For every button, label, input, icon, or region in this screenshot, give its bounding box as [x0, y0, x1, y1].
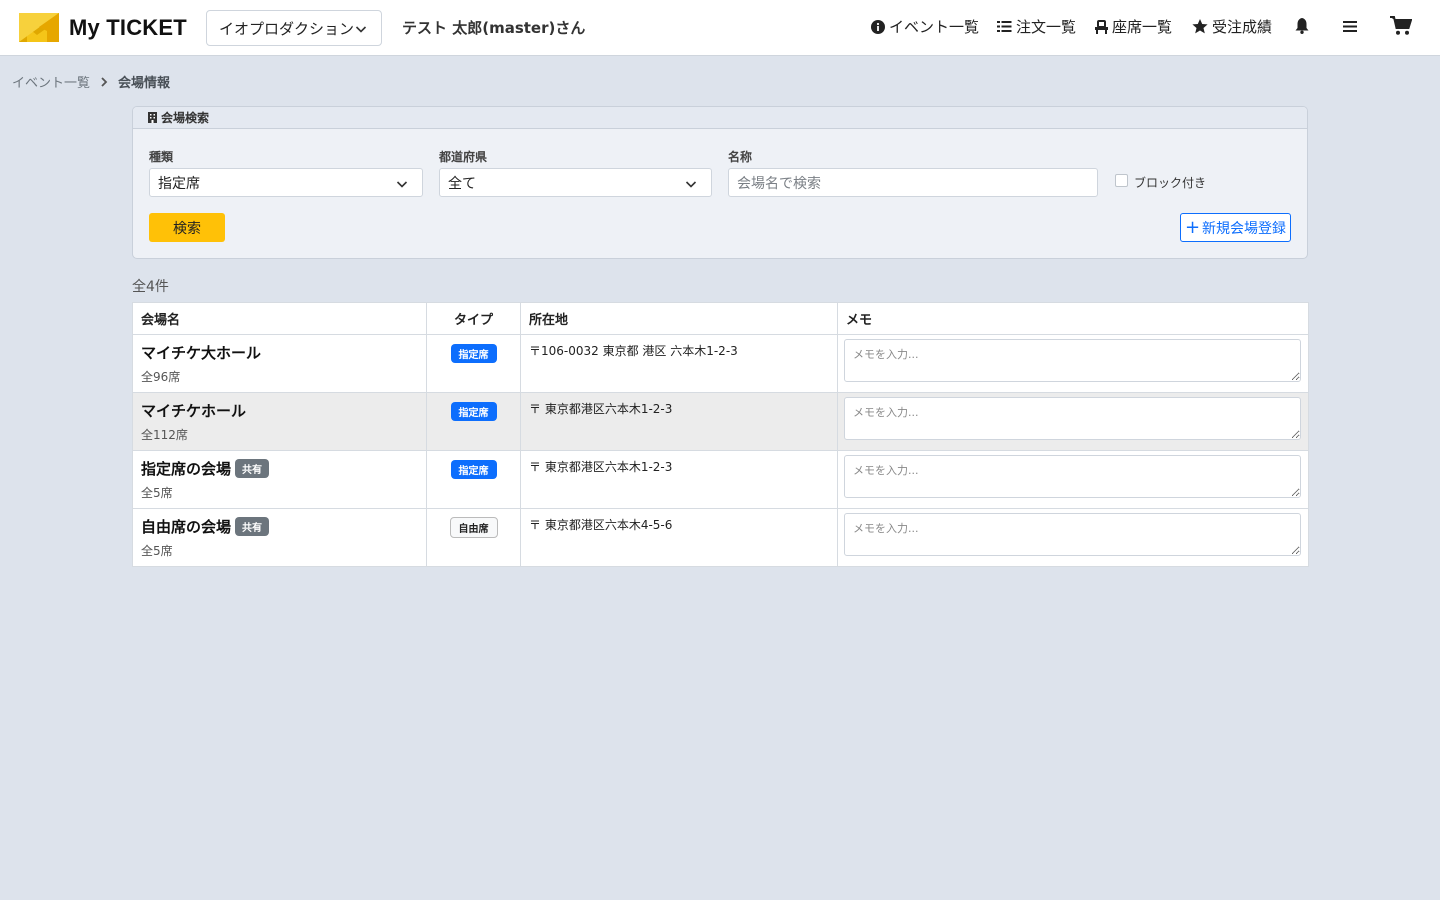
venue-name-search-input[interactable]: 会場名で検索 — [728, 168, 1098, 197]
seat-count: 全112席 — [141, 428, 188, 442]
venue-name-cell: マイチケホール 全112席 — [132, 392, 427, 451]
list-icon — [997, 21, 1012, 32]
block-checkbox-label[interactable]: ブロック付き — [1134, 174, 1206, 191]
chevron-down-icon — [355, 26, 367, 33]
top-header: My TICKET イオプロダクション テスト 太郎(master)さん イベン… — [0, 0, 1440, 56]
memo-textarea[interactable] — [844, 513, 1301, 556]
seat-count: 全96席 — [141, 370, 181, 384]
search-button[interactable]: 検索 — [149, 213, 225, 242]
type-value: 指定席 — [158, 175, 200, 192]
type-cell: 指定席 — [426, 334, 521, 393]
panel-header: 会場検索 — [133, 107, 1307, 129]
memo-cell — [837, 334, 1309, 393]
nav-seat-list[interactable]: 座席一覧 — [1095, 16, 1172, 37]
chevron-down-icon — [396, 181, 408, 188]
nav-label: 受注成績 — [1212, 18, 1273, 36]
chair-icon — [1095, 19, 1108, 34]
shared-badge: 共有 — [235, 517, 270, 536]
table-row[interactable]: 自由席の会場 共有 全5席 自由席 〒 東京都港区六本木4-5-6 — [132, 508, 1309, 567]
table-header-row: 会場名 タイプ 所在地 メモ — [132, 302, 1309, 335]
breadcrumb-event-list[interactable]: イベント一覧 — [12, 72, 90, 91]
building-icon — [148, 112, 157, 123]
type-badge: 自由席 — [449, 517, 498, 538]
memo-cell — [837, 450, 1309, 509]
cart-icon — [1390, 16, 1412, 35]
venue-search-panel: 会場検索 種類 指定席 都道府県 全て 名称 会場名で検索 ブロック付き 検索 … — [132, 106, 1308, 259]
address-cell: 〒 東京都港区六本木1-2-3 — [520, 450, 838, 509]
memo-cell — [837, 508, 1309, 567]
brand-name: My TICKET — [69, 14, 187, 40]
brand-logo[interactable]: My TICKET — [19, 13, 187, 42]
block-checkbox[interactable] — [1115, 174, 1128, 187]
venue-name-cell: 自由席の会場 共有 全5席 — [132, 508, 427, 567]
memo-textarea[interactable] — [844, 339, 1301, 382]
address-cell: 〒 東京都港区六本木1-2-3 — [520, 392, 838, 451]
breadcrumb-current: 会場情報 — [118, 76, 171, 91]
plus-icon: + — [1184, 216, 1201, 238]
cart-button[interactable] — [1390, 16, 1412, 36]
menu-icon — [1343, 21, 1357, 32]
notifications-button[interactable] — [1295, 18, 1309, 34]
info-circle-icon — [871, 19, 885, 34]
memo-textarea[interactable] — [844, 397, 1301, 440]
breadcrumb: イベント一覧 会場情報 — [12, 72, 170, 91]
menu-button[interactable] — [1343, 20, 1357, 33]
prefecture-label: 都道府県 — [439, 150, 488, 164]
star-icon — [1192, 19, 1208, 34]
table-row[interactable]: マイチケホール 全112席 指定席 〒 東京都港区六本木1-2-3 — [132, 392, 1309, 451]
result-count: 全4件 — [132, 279, 169, 295]
nav-label: イベント一覧 — [889, 18, 980, 36]
type-badge: 指定席 — [450, 402, 497, 421]
seat-count: 全5席 — [141, 486, 173, 500]
type-cell: 自由席 — [426, 508, 521, 567]
nav-sales-results[interactable]: 受注成績 — [1192, 16, 1272, 37]
venue-name-cell: マイチケ大ホール 全96席 — [132, 334, 427, 393]
organization-value: イオプロダクション — [219, 19, 355, 38]
bell-icon — [1295, 18, 1309, 34]
nav-label: 注文一覧 — [1016, 18, 1077, 36]
chevron-right-icon — [101, 76, 108, 87]
venue-name-link[interactable]: 指定席の会場 — [141, 458, 231, 479]
address-cell: 〒106-0032 東京都 港区 六本木1-2-3 — [520, 334, 838, 393]
new-venue-button[interactable]: + 新規会場登録 — [1180, 213, 1291, 242]
venue-table: 会場名 タイプ 所在地 メモ マイチケ大ホール 全96席 指定席 〒106-00… — [132, 302, 1309, 567]
user-name: テスト 太郎(master)さん — [402, 19, 586, 37]
column-header-address: 所在地 — [520, 302, 838, 335]
new-venue-label: 新規会場登録 — [1202, 220, 1287, 237]
column-header-type: タイプ — [426, 302, 521, 335]
memo-textarea[interactable] — [844, 455, 1301, 498]
nav-event-list[interactable]: イベント一覧 — [871, 16, 979, 37]
type-cell: 指定席 — [426, 392, 521, 451]
type-badge: 指定席 — [450, 460, 497, 479]
prefecture-value: 全て — [448, 175, 476, 192]
logo-icon — [19, 13, 59, 42]
venue-name-link[interactable]: マイチケホール — [141, 400, 246, 421]
seat-count: 全5席 — [141, 544, 173, 558]
column-header-name: 会場名 — [132, 302, 427, 335]
type-select[interactable]: 指定席 — [149, 168, 423, 197]
shared-badge: 共有 — [235, 459, 270, 478]
memo-cell — [837, 392, 1309, 451]
venue-name-link[interactable]: マイチケ大ホール — [141, 342, 261, 363]
organization-select[interactable]: イオプロダクション — [206, 10, 382, 46]
venue-name-link[interactable]: 自由席の会場 — [141, 516, 231, 537]
nav-order-list[interactable]: 注文一覧 — [997, 16, 1076, 37]
table-row[interactable]: 指定席の会場 共有 全5席 指定席 〒 東京都港区六本木1-2-3 — [132, 450, 1309, 509]
type-badge: 指定席 — [450, 344, 497, 363]
panel-title: 会場検索 — [161, 111, 210, 125]
name-label: 名称 — [728, 150, 753, 164]
nav-label: 座席一覧 — [1112, 18, 1173, 36]
venue-name-cell: 指定席の会場 共有 全5席 — [132, 450, 427, 509]
chevron-down-icon — [685, 181, 697, 188]
address-cell: 〒 東京都港区六本木4-5-6 — [520, 508, 838, 567]
table-row[interactable]: マイチケ大ホール 全96席 指定席 〒106-0032 東京都 港区 六本木1-… — [132, 334, 1309, 393]
type-label: 種類 — [149, 150, 174, 164]
type-cell: 指定席 — [426, 450, 521, 509]
column-header-memo: メモ — [837, 302, 1309, 335]
prefecture-select[interactable]: 全て — [439, 168, 712, 197]
